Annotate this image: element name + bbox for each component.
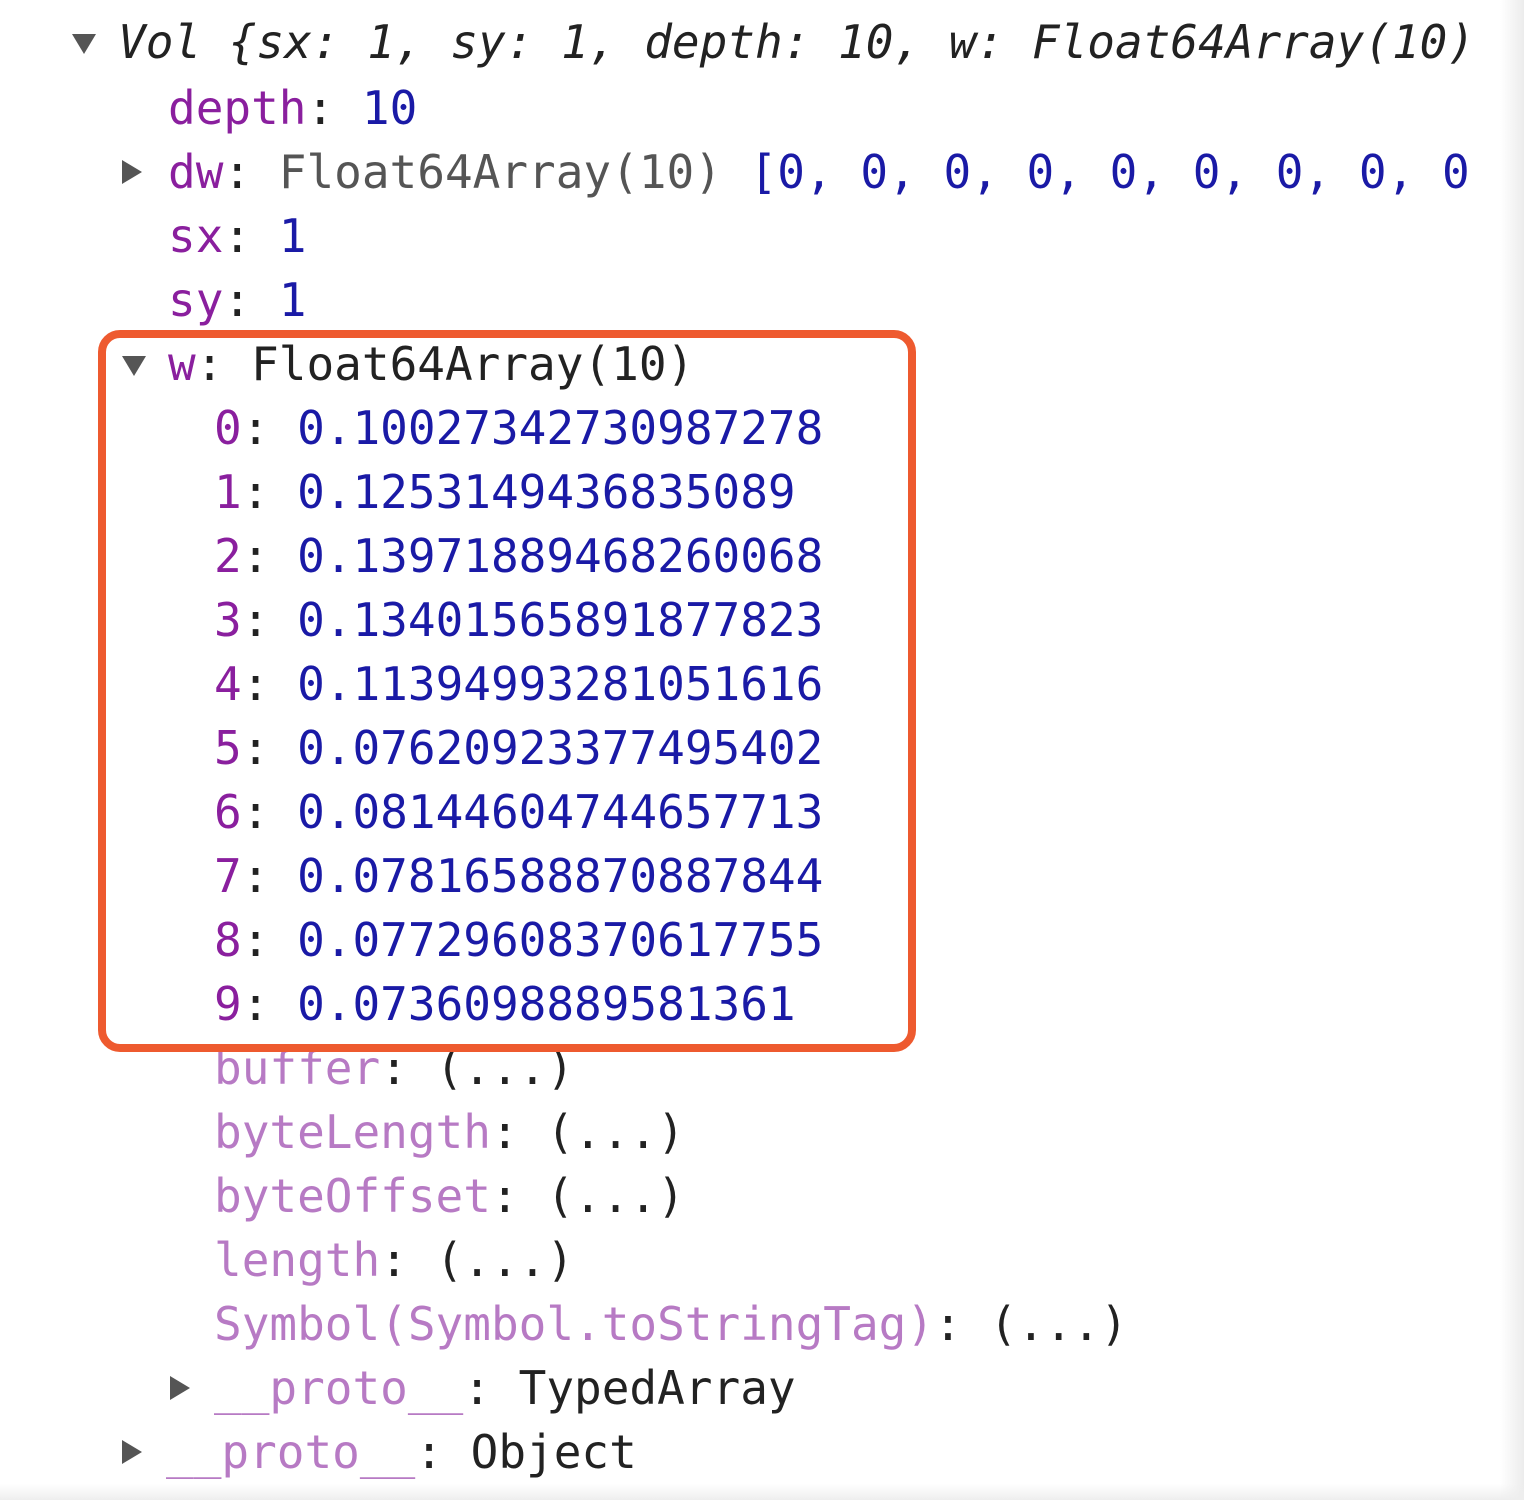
collapse-triangle-icon[interactable] — [122, 356, 146, 376]
array-index: 9 — [214, 977, 242, 1031]
property-preview: [0, 0, 0, 0, 0, 0, 0, 0, 0 — [749, 145, 1470, 199]
array-index: 1 — [214, 465, 242, 519]
array-value: 0.1253149436835089 — [297, 465, 796, 519]
array-item: 4: 0.11394993281051616 — [214, 657, 824, 711]
proto-key: __proto__ — [166, 1425, 416, 1479]
array-value: 0.0736098889581361 — [297, 977, 796, 1031]
property-key: depth — [168, 81, 307, 135]
accessor-value[interactable]: (...) — [989, 1297, 1127, 1351]
accessor-value[interactable]: (...) — [546, 1105, 684, 1159]
array-value: 0.07729608370617755 — [297, 913, 824, 967]
array-value: 0.13401565891877823 — [297, 593, 824, 647]
accessor-value[interactable]: (...) — [436, 1233, 574, 1287]
array-item: 8: 0.07729608370617755 — [214, 913, 824, 967]
bottom-edge-shadow — [0, 1484, 1524, 1500]
property-type: Float64Array(10) — [251, 337, 695, 391]
accessor-symbol-tostringtag[interactable]: Symbol(Symbol.toStringTag): (...) — [214, 1292, 1128, 1356]
accessor-buffer[interactable]: buffer: (...) — [214, 1036, 574, 1100]
array-item: 7: 0.07816588870887844 — [214, 849, 824, 903]
console-object-tree: Vol {sx: 1, sy: 1, depth: 10, w: Float64… — [0, 0, 1524, 1500]
accessor-key: byteOffset — [214, 1169, 491, 1223]
expand-triangle-icon[interactable] — [122, 160, 142, 184]
array-value: 0.07620923377495402 — [297, 721, 824, 775]
array-index: 0 — [214, 401, 242, 455]
expand-triangle-icon[interactable] — [170, 1376, 190, 1400]
expand-triangle-icon[interactable] — [122, 1440, 142, 1464]
accessor-key: Symbol(Symbol.toStringTag) — [214, 1297, 935, 1351]
property-depth: depth: 10 — [168, 81, 418, 135]
array-index: 2 — [214, 529, 242, 583]
array-item: 2: 0.13971889468260068 — [214, 529, 824, 583]
accessor-bytelength[interactable]: byteLength: (...) — [214, 1100, 685, 1164]
array-item: 0: 0.10027342730987278 — [214, 401, 824, 455]
array-value: 0.07816588870887844 — [297, 849, 824, 903]
array-item: 6: 0.08144604744657713 — [214, 785, 824, 839]
array-item: 3: 0.13401565891877823 — [214, 593, 824, 647]
property-sx: sx: 1 — [168, 209, 307, 263]
property-key: dw — [168, 145, 224, 199]
array-index: 3 — [214, 593, 242, 647]
proto-value: TypedArray — [518, 1361, 796, 1415]
array-index: 5 — [214, 721, 242, 775]
proto-key: __proto__ — [214, 1361, 464, 1415]
scroll-edge-shadow — [1500, 0, 1524, 1500]
expand-triangle-icon[interactable] — [72, 34, 96, 54]
accessor-value[interactable]: (...) — [546, 1169, 684, 1223]
accessor-byteoffset[interactable]: byteOffset: (...) — [214, 1164, 685, 1228]
array-index: 7 — [214, 849, 242, 903]
array-index: 4 — [214, 657, 242, 711]
accessor-length[interactable]: length: (...) — [214, 1228, 574, 1292]
accessor-key: byteLength — [214, 1105, 491, 1159]
property-key: sy — [168, 273, 224, 327]
property-value: 1 — [278, 273, 307, 327]
array-value: 0.11394993281051616 — [297, 657, 824, 711]
property-value: 1 — [278, 209, 307, 263]
array-index: 6 — [214, 785, 242, 839]
array-item: 1: 0.1253149436835089 — [214, 465, 796, 519]
property-key: w — [168, 337, 196, 391]
property-key: sx — [168, 209, 224, 263]
array-value: 0.13971889468260068 — [297, 529, 824, 583]
array-value: 0.10027342730987278 — [297, 401, 824, 455]
array-value: 0.08144604744657713 — [297, 785, 824, 839]
array-index: 8 — [214, 913, 242, 967]
property-sy: sy: 1 — [168, 273, 307, 327]
proto-value: Object — [470, 1425, 637, 1479]
accessor-value[interactable]: (...) — [436, 1041, 574, 1095]
property-type: Float64Array(10) — [278, 145, 722, 199]
array-item: 5: 0.07620923377495402 — [214, 721, 824, 775]
vol-summary: Vol {sx: 1, sy: 1, depth: 10, w: Float64… — [118, 15, 1476, 69]
accessor-key: buffer — [214, 1041, 381, 1095]
array-item: 9: 0.0736098889581361 — [214, 977, 796, 1031]
property-value: 10 — [361, 81, 418, 135]
accessor-key: length — [214, 1233, 381, 1287]
